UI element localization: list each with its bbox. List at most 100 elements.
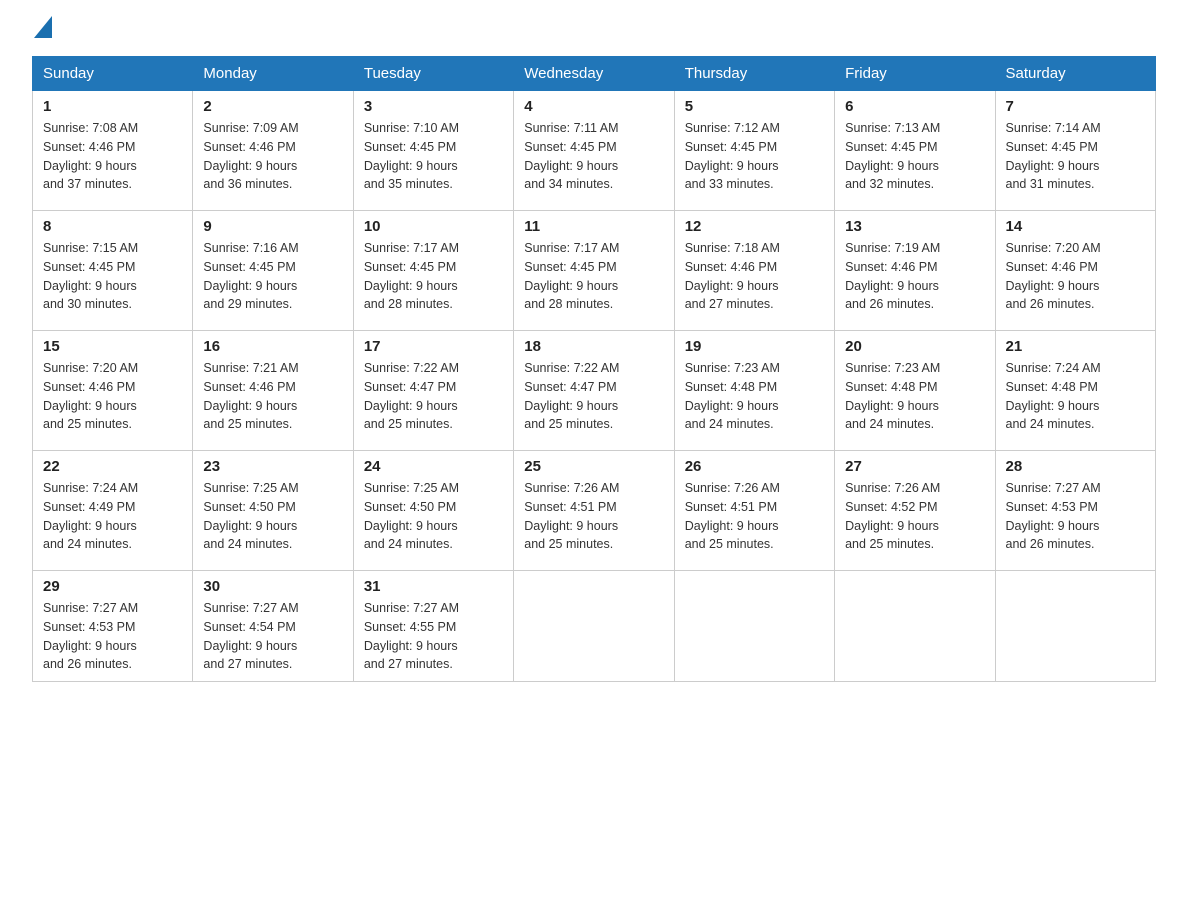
day-info: Sunrise: 7:23 AMSunset: 4:48 PMDaylight:… bbox=[685, 359, 824, 434]
day-number: 13 bbox=[845, 218, 984, 235]
logo bbox=[32, 24, 52, 38]
day-info: Sunrise: 7:15 AMSunset: 4:45 PMDaylight:… bbox=[43, 239, 182, 314]
calendar-day-cell bbox=[674, 571, 834, 682]
day-info: Sunrise: 7:19 AMSunset: 4:46 PMDaylight:… bbox=[845, 239, 984, 314]
day-number: 10 bbox=[364, 218, 503, 235]
day-number: 27 bbox=[845, 458, 984, 475]
day-info: Sunrise: 7:27 AMSunset: 4:53 PMDaylight:… bbox=[43, 599, 182, 674]
page-header bbox=[32, 24, 1156, 38]
calendar-day-cell: 3 Sunrise: 7:10 AMSunset: 4:45 PMDaylight… bbox=[353, 91, 513, 211]
day-number: 29 bbox=[43, 578, 182, 595]
calendar-day-cell: 23 Sunrise: 7:25 AMSunset: 4:50 PMDayligh… bbox=[193, 451, 353, 571]
calendar-day-cell: 9 Sunrise: 7:16 AMSunset: 4:45 PMDaylight… bbox=[193, 211, 353, 331]
day-info: Sunrise: 7:16 AMSunset: 4:45 PMDaylight:… bbox=[203, 239, 342, 314]
calendar-day-cell bbox=[514, 571, 674, 682]
calendar-day-cell: 19 Sunrise: 7:23 AMSunset: 4:48 PMDayligh… bbox=[674, 331, 834, 451]
day-info: Sunrise: 7:10 AMSunset: 4:45 PMDaylight:… bbox=[364, 119, 503, 194]
day-info: Sunrise: 7:17 AMSunset: 4:45 PMDaylight:… bbox=[364, 239, 503, 314]
day-info: Sunrise: 7:25 AMSunset: 4:50 PMDaylight:… bbox=[203, 479, 342, 554]
day-number: 30 bbox=[203, 578, 342, 595]
calendar-day-cell bbox=[995, 571, 1155, 682]
day-number: 9 bbox=[203, 218, 342, 235]
calendar-day-cell: 28 Sunrise: 7:27 AMSunset: 4:53 PMDayligh… bbox=[995, 451, 1155, 571]
day-info: Sunrise: 7:18 AMSunset: 4:46 PMDaylight:… bbox=[685, 239, 824, 314]
day-number: 20 bbox=[845, 338, 984, 355]
day-number: 3 bbox=[364, 98, 503, 115]
day-info: Sunrise: 7:22 AMSunset: 4:47 PMDaylight:… bbox=[364, 359, 503, 434]
calendar-day-cell: 27 Sunrise: 7:26 AMSunset: 4:52 PMDayligh… bbox=[835, 451, 995, 571]
calendar-week-row: 8 Sunrise: 7:15 AMSunset: 4:45 PMDaylight… bbox=[33, 211, 1156, 331]
day-of-week-header: Sunday bbox=[33, 57, 193, 91]
day-info: Sunrise: 7:27 AMSunset: 4:55 PMDaylight:… bbox=[364, 599, 503, 674]
day-info: Sunrise: 7:27 AMSunset: 4:54 PMDaylight:… bbox=[203, 599, 342, 674]
calendar-day-cell: 25 Sunrise: 7:26 AMSunset: 4:51 PMDayligh… bbox=[514, 451, 674, 571]
calendar-day-cell: 18 Sunrise: 7:22 AMSunset: 4:47 PMDayligh… bbox=[514, 331, 674, 451]
day-of-week-header: Wednesday bbox=[514, 57, 674, 91]
day-info: Sunrise: 7:20 AMSunset: 4:46 PMDaylight:… bbox=[43, 359, 182, 434]
calendar-day-cell: 6Sunrise: 7:13 AMSunset: 4:45 PMDaylight… bbox=[835, 91, 995, 211]
calendar-day-cell: 21 Sunrise: 7:24 AMSunset: 4:48 PMDayligh… bbox=[995, 331, 1155, 451]
calendar-day-cell: 31Sunrise: 7:27 AMSunset: 4:55 PMDayligh… bbox=[353, 571, 513, 682]
calendar-day-cell: 13 Sunrise: 7:19 AMSunset: 4:46 PMDayligh… bbox=[835, 211, 995, 331]
calendar-day-cell: 12Sunrise: 7:18 AMSunset: 4:46 PMDayligh… bbox=[674, 211, 834, 331]
day-number: 28 bbox=[1006, 458, 1145, 475]
day-number: 7 bbox=[1006, 98, 1145, 115]
calendar-day-cell: 30 Sunrise: 7:27 AMSunset: 4:54 PMDayligh… bbox=[193, 571, 353, 682]
day-info: Sunrise: 7:20 AMSunset: 4:46 PMDaylight:… bbox=[1006, 239, 1145, 314]
day-number: 26 bbox=[685, 458, 824, 475]
calendar-day-cell: 7 Sunrise: 7:14 AMSunset: 4:45 PMDaylight… bbox=[995, 91, 1155, 211]
calendar-day-cell: 5Sunrise: 7:12 AMSunset: 4:45 PMDaylight… bbox=[674, 91, 834, 211]
calendar-day-cell: 22 Sunrise: 7:24 AMSunset: 4:49 PMDayligh… bbox=[33, 451, 193, 571]
calendar-day-cell: 15 Sunrise: 7:20 AMSunset: 4:46 PMDayligh… bbox=[33, 331, 193, 451]
day-number: 11 bbox=[524, 218, 663, 235]
day-number: 25 bbox=[524, 458, 663, 475]
day-info: Sunrise: 7:24 AMSunset: 4:48 PMDaylight:… bbox=[1006, 359, 1145, 434]
logo-triangle-icon bbox=[34, 16, 52, 38]
day-info: Sunrise: 7:25 AMSunset: 4:50 PMDaylight:… bbox=[364, 479, 503, 554]
day-of-week-header: Tuesday bbox=[353, 57, 513, 91]
day-info: Sunrise: 7:22 AMSunset: 4:47 PMDaylight:… bbox=[524, 359, 663, 434]
day-info: Sunrise: 7:23 AMSunset: 4:48 PMDaylight:… bbox=[845, 359, 984, 434]
calendar-day-cell: 14 Sunrise: 7:20 AMSunset: 4:46 PMDayligh… bbox=[995, 211, 1155, 331]
day-number: 14 bbox=[1006, 218, 1145, 235]
day-info: Sunrise: 7:24 AMSunset: 4:49 PMDaylight:… bbox=[43, 479, 182, 554]
day-info: Sunrise: 7:26 AMSunset: 4:52 PMDaylight:… bbox=[845, 479, 984, 554]
day-number: 4 bbox=[524, 98, 663, 115]
calendar-day-cell: 1 Sunrise: 7:08 AMSunset: 4:46 PMDaylight… bbox=[33, 91, 193, 211]
day-number: 21 bbox=[1006, 338, 1145, 355]
day-number: 23 bbox=[203, 458, 342, 475]
calendar-table: SundayMondayTuesdayWednesdayThursdayFrid… bbox=[32, 56, 1156, 682]
day-number: 16 bbox=[203, 338, 342, 355]
day-info: Sunrise: 7:14 AMSunset: 4:45 PMDaylight:… bbox=[1006, 119, 1145, 194]
day-info: Sunrise: 7:11 AMSunset: 4:45 PMDaylight:… bbox=[524, 119, 663, 194]
day-number: 22 bbox=[43, 458, 182, 475]
day-info: Sunrise: 7:21 AMSunset: 4:46 PMDaylight:… bbox=[203, 359, 342, 434]
day-number: 24 bbox=[364, 458, 503, 475]
day-of-week-header: Monday bbox=[193, 57, 353, 91]
day-info: Sunrise: 7:27 AMSunset: 4:53 PMDaylight:… bbox=[1006, 479, 1145, 554]
calendar-day-cell bbox=[835, 571, 995, 682]
day-of-week-header: Thursday bbox=[674, 57, 834, 91]
day-of-week-header: Saturday bbox=[995, 57, 1155, 91]
calendar-week-row: 22 Sunrise: 7:24 AMSunset: 4:49 PMDayligh… bbox=[33, 451, 1156, 571]
day-number: 19 bbox=[685, 338, 824, 355]
day-number: 8 bbox=[43, 218, 182, 235]
calendar-day-cell: 17 Sunrise: 7:22 AMSunset: 4:47 PMDayligh… bbox=[353, 331, 513, 451]
day-number: 1 bbox=[43, 98, 182, 115]
calendar-day-cell: 29 Sunrise: 7:27 AMSunset: 4:53 PMDayligh… bbox=[33, 571, 193, 682]
day-number: 17 bbox=[364, 338, 503, 355]
calendar-day-cell: 24 Sunrise: 7:25 AMSunset: 4:50 PMDayligh… bbox=[353, 451, 513, 571]
day-info: Sunrise: 7:26 AMSunset: 4:51 PMDaylight:… bbox=[524, 479, 663, 554]
day-number: 15 bbox=[43, 338, 182, 355]
calendar-day-cell: 2Sunrise: 7:09 AMSunset: 4:46 PMDaylight… bbox=[193, 91, 353, 211]
day-info: Sunrise: 7:26 AMSunset: 4:51 PMDaylight:… bbox=[685, 479, 824, 554]
day-number: 18 bbox=[524, 338, 663, 355]
day-info: Sunrise: 7:12 AMSunset: 4:45 PMDaylight:… bbox=[685, 119, 824, 194]
day-info: Sunrise: 7:08 AMSunset: 4:46 PMDaylight:… bbox=[43, 119, 182, 194]
calendar-day-cell: 26 Sunrise: 7:26 AMSunset: 4:51 PMDayligh… bbox=[674, 451, 834, 571]
calendar-week-row: 15 Sunrise: 7:20 AMSunset: 4:46 PMDayligh… bbox=[33, 331, 1156, 451]
calendar-week-row: 1 Sunrise: 7:08 AMSunset: 4:46 PMDaylight… bbox=[33, 91, 1156, 211]
day-number: 2 bbox=[203, 98, 342, 115]
calendar-day-cell: 11Sunrise: 7:17 AMSunset: 4:45 PMDayligh… bbox=[514, 211, 674, 331]
day-of-week-header: Friday bbox=[835, 57, 995, 91]
